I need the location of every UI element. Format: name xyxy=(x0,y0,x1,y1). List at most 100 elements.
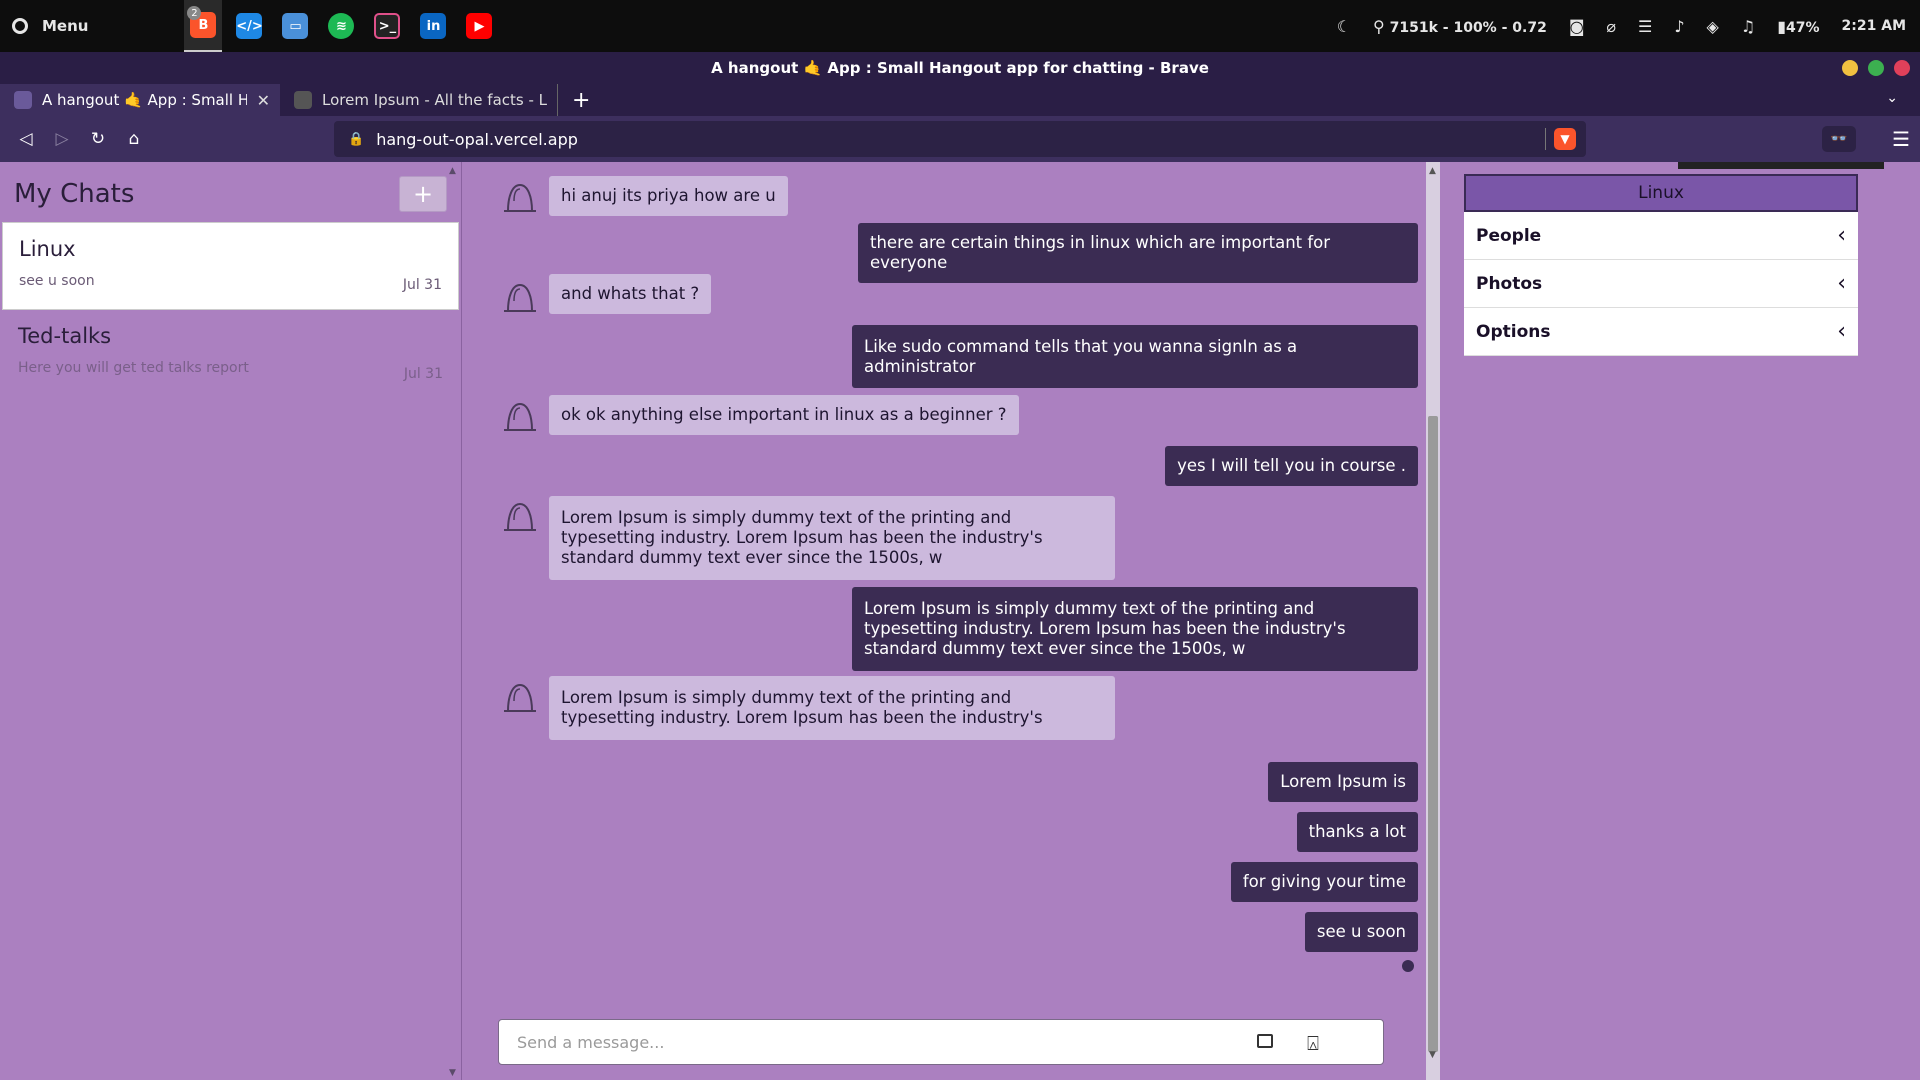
scroll-up-arrow-icon[interactable]: ▲ xyxy=(449,166,456,176)
clock[interactable]: 2:21 AM xyxy=(1842,18,1906,34)
incoming-message: ok ok anything else important in linux a… xyxy=(549,395,1019,435)
window-controls xyxy=(1842,60,1910,76)
address-bar[interactable]: 🔒 hang-out-opal.vercel.app ▼ xyxy=(334,121,1586,157)
notes-icon[interactable]: ☰ xyxy=(1638,17,1652,36)
notification-bell-icon[interactable]: ♪ xyxy=(1674,17,1684,36)
scrollbar-thumb[interactable] xyxy=(1428,416,1438,1052)
chevron-left-icon: ‹ xyxy=(1837,319,1846,344)
spotify-icon: ≋ xyxy=(328,13,355,39)
chats-sidebar: My Chats + Linux see u soon Jul 31 Ted-t… xyxy=(0,162,462,1080)
taskbar-app-brave[interactable]: B 2 xyxy=(184,0,223,52)
message-list[interactable]: hi anuj its priya how are u there are ce… xyxy=(478,162,1418,1002)
battery-indicator[interactable]: ▮47% xyxy=(1777,17,1819,36)
close-tab-icon[interactable]: ✕ xyxy=(257,91,270,110)
outgoing-message: thanks a lot xyxy=(1296,812,1418,852)
maximize-button[interactable] xyxy=(1868,60,1884,76)
linkedin-icon: in xyxy=(420,13,447,39)
brave-shields-icon[interactable]: ▼ xyxy=(1554,128,1576,150)
chat-date: Jul 31 xyxy=(403,366,443,382)
battery-icon: ▮ xyxy=(1777,16,1787,36)
music-icon[interactable]: ♫ xyxy=(1741,17,1755,36)
send-icon[interactable]: ⍓ xyxy=(1307,1031,1319,1055)
taskbar-app-vscode[interactable]: </> xyxy=(230,0,268,52)
partial-image xyxy=(1678,162,1884,169)
user-avatar-icon xyxy=(504,502,536,531)
url-divider xyxy=(1545,128,1546,150)
message-input[interactable]: Send a message... xyxy=(517,1033,664,1052)
battery-percent: 47% xyxy=(1786,19,1820,36)
sidebar-scrollbar[interactable]: ▲ ▼ xyxy=(447,162,461,1080)
incoming-message: Lorem Ipsum is simply dummy text of the … xyxy=(549,676,1115,740)
os-top-panel: Menu B 2 </> ▭ ≋ >_ in ▶ ☾ ⚲ 7151k - 100… xyxy=(0,0,1920,52)
outgoing-message: Lorem Ipsum is xyxy=(1268,762,1418,802)
chat-details-panel: Linux People ‹ Photos ‹ Options ‹ xyxy=(1464,174,1858,356)
message-composer[interactable]: Send a message... ⍓ xyxy=(498,1019,1384,1065)
network-stats[interactable]: ⚲ 7151k - 100% - 0.72 xyxy=(1373,17,1547,36)
tab-list-chevron-icon[interactable]: ⌄ xyxy=(1886,90,1898,106)
tab-title: A hangout 🤙 App : Small Hangout app for … xyxy=(42,91,247,109)
home-button[interactable]: ⌂ xyxy=(116,129,152,149)
scroll-up-arrow-icon[interactable]: ▲ xyxy=(1429,166,1436,176)
accordion-photos[interactable]: Photos ‹ xyxy=(1464,260,1858,308)
back-button[interactable]: ◁ xyxy=(8,129,44,149)
reload-button[interactable]: ↻ xyxy=(80,129,116,149)
taskbar-app-youtube[interactable]: ▶ xyxy=(460,0,498,52)
scroll-down-arrow-icon[interactable]: ▼ xyxy=(449,1068,456,1078)
outgoing-message: for giving your time xyxy=(1230,862,1418,902)
os-menu-icon xyxy=(12,18,28,34)
network-stats-text: 7151k - 100% - 0.72 xyxy=(1389,19,1547,36)
scroll-down-arrow-icon[interactable]: ▼ xyxy=(1429,1050,1436,1060)
forward-button[interactable]: ▷ xyxy=(44,129,80,149)
chat-item-ted-talks[interactable]: Ted-talks Here you will get ted talks re… xyxy=(2,310,459,398)
chat-item-linux[interactable]: Linux see u soon Jul 31 xyxy=(2,222,459,310)
os-menu-button[interactable]: Menu xyxy=(12,17,88,35)
image-upload-icon[interactable] xyxy=(1257,1034,1273,1048)
outgoing-message: yes I will tell you in course . xyxy=(1165,446,1418,486)
chat-last-message: Here you will get ted talks report xyxy=(18,360,249,376)
outgoing-message: see u soon xyxy=(1304,912,1418,952)
screenshot-icon[interactable]: ◙ xyxy=(1569,17,1585,36)
lock-icon: 🔒 xyxy=(348,131,365,147)
tab-strip: A hangout 🤙 App : Small Hangout app for … xyxy=(0,84,1920,116)
new-tab-button[interactable]: + xyxy=(572,84,590,116)
browser-menu-icon[interactable]: ☰ xyxy=(1892,127,1910,151)
url-text: hang-out-opal.vercel.app xyxy=(376,129,578,149)
chat-name: Linux xyxy=(19,237,76,261)
attachment-icon[interactable]: ⌀ xyxy=(1606,17,1616,36)
reader-glasses-icon[interactable]: 👓 xyxy=(1822,126,1856,152)
incoming-message: Lorem Ipsum is simply dummy text of the … xyxy=(549,496,1115,580)
taskbar-app-linkedin[interactable]: in xyxy=(414,0,452,52)
taskbar-app-files[interactable]: ▭ xyxy=(276,0,314,52)
os-menu-label: Menu xyxy=(42,17,89,35)
chat-details-title: Linux xyxy=(1464,174,1858,212)
accordion-label: Photos xyxy=(1476,273,1543,294)
user-avatar-icon xyxy=(504,183,536,212)
outgoing-message: Lorem Ipsum is simply dummy text of the … xyxy=(852,587,1418,671)
accordion-people[interactable]: People ‹ xyxy=(1464,212,1858,260)
taskbar-app-spotify[interactable]: ≋ xyxy=(322,0,360,52)
browser-title-bar: A hangout 🤙 App : Small Hangout app for … xyxy=(0,52,1920,84)
outgoing-message: Like sudo command tells that you wanna s… xyxy=(852,325,1418,388)
new-group-button[interactable]: + xyxy=(399,176,447,212)
tab-hangout[interactable]: A hangout 🤙 App : Small Hangout app for … xyxy=(0,84,280,116)
accordion-label: People xyxy=(1476,225,1542,246)
wifi-icon[interactable]: ◈ xyxy=(1707,17,1719,36)
files-icon: ▭ xyxy=(282,13,309,39)
tab-lorem-ipsum[interactable]: Lorem Ipsum - All the facts - Lipsum gen… xyxy=(280,84,558,116)
accordion-label: Options xyxy=(1476,321,1551,342)
webpage: My Chats + Linux see u soon Jul 31 Ted-t… xyxy=(0,162,1920,1080)
night-mode-icon[interactable]: ☾ xyxy=(1337,17,1351,36)
messages-scrollbar[interactable]: ▲ ▼ xyxy=(1426,162,1440,1080)
window-title: A hangout 🤙 App : Small Hangout app for … xyxy=(711,59,1209,77)
user-avatar-icon xyxy=(504,683,536,712)
accordion-options[interactable]: Options ‹ xyxy=(1464,308,1858,356)
hangout-favicon-icon xyxy=(14,91,32,109)
chevron-left-icon: ‹ xyxy=(1837,223,1846,248)
taskbar-app-terminal[interactable]: >_ xyxy=(368,0,406,52)
user-avatar-icon xyxy=(504,283,536,312)
chevron-left-icon: ‹ xyxy=(1837,271,1846,296)
chat-name: Ted-talks xyxy=(18,324,112,348)
minimize-button[interactable] xyxy=(1842,60,1858,76)
sidebar-title: My Chats xyxy=(14,179,135,209)
close-window-button[interactable] xyxy=(1894,60,1910,76)
